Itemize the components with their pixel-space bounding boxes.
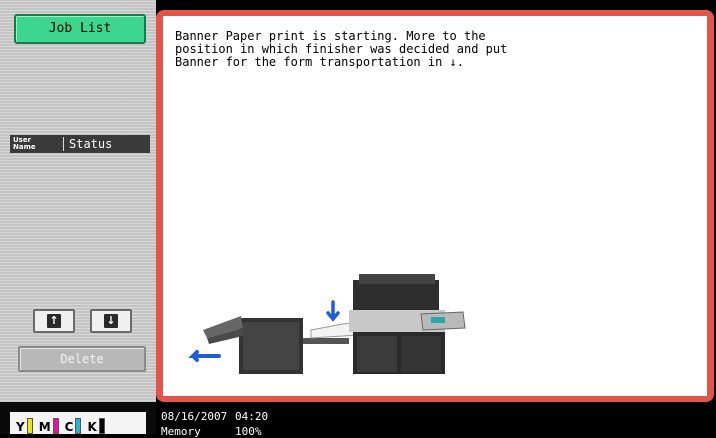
toner-k-bar: [98, 418, 105, 434]
scroll-down-button[interactable]: ↓: [90, 309, 132, 333]
instruction-message: Banner Paper print is starting. More to …: [175, 29, 508, 69]
toner-c-bar: [75, 418, 82, 434]
up-arrow-icon: ↑: [47, 314, 61, 328]
scroll-up-button[interactable]: ↑: [33, 309, 75, 333]
toner-m-bar: [52, 418, 59, 434]
status-column-header: Status: [69, 137, 113, 151]
date-display: 08/16/2007: [161, 410, 228, 423]
user-name-column-header: User Name: [10, 137, 64, 151]
toner-m-label: M: [38, 420, 51, 434]
toner-m: M: [39, 414, 59, 434]
toner-y-bar: [26, 418, 33, 434]
toner-y: Y: [16, 414, 33, 434]
toner-k-label: K: [87, 420, 97, 434]
toner-c-label: C: [64, 420, 74, 434]
toner-y-label: Y: [16, 420, 25, 434]
toner-c: C: [65, 414, 82, 434]
main-unit: [353, 280, 439, 310]
insert-direction-arrow-icon: [326, 300, 340, 322]
banner-finisher-illustration: [188, 274, 466, 374]
job-table-header: User Name Status: [10, 135, 150, 153]
exit-direction-arrow-icon: [188, 350, 221, 362]
memory-label: Memory: [161, 425, 201, 438]
status-bar: 08/16/2007 04:20 Memory 100%: [156, 402, 716, 438]
job-list-button[interactable]: Job List: [14, 14, 146, 44]
job-list-area: [10, 153, 150, 303]
delete-button[interactable]: Delete: [18, 346, 146, 372]
time-display: 04:20: [235, 410, 269, 423]
left-panel: Job List User Name Status ↑ ↓ Delete: [0, 0, 156, 434]
down-arrow-icon: ↓: [104, 314, 118, 328]
toner-indicator: Y M C K: [10, 412, 146, 434]
memory-value: 100%: [235, 425, 262, 438]
toner-k: K: [87, 414, 105, 434]
